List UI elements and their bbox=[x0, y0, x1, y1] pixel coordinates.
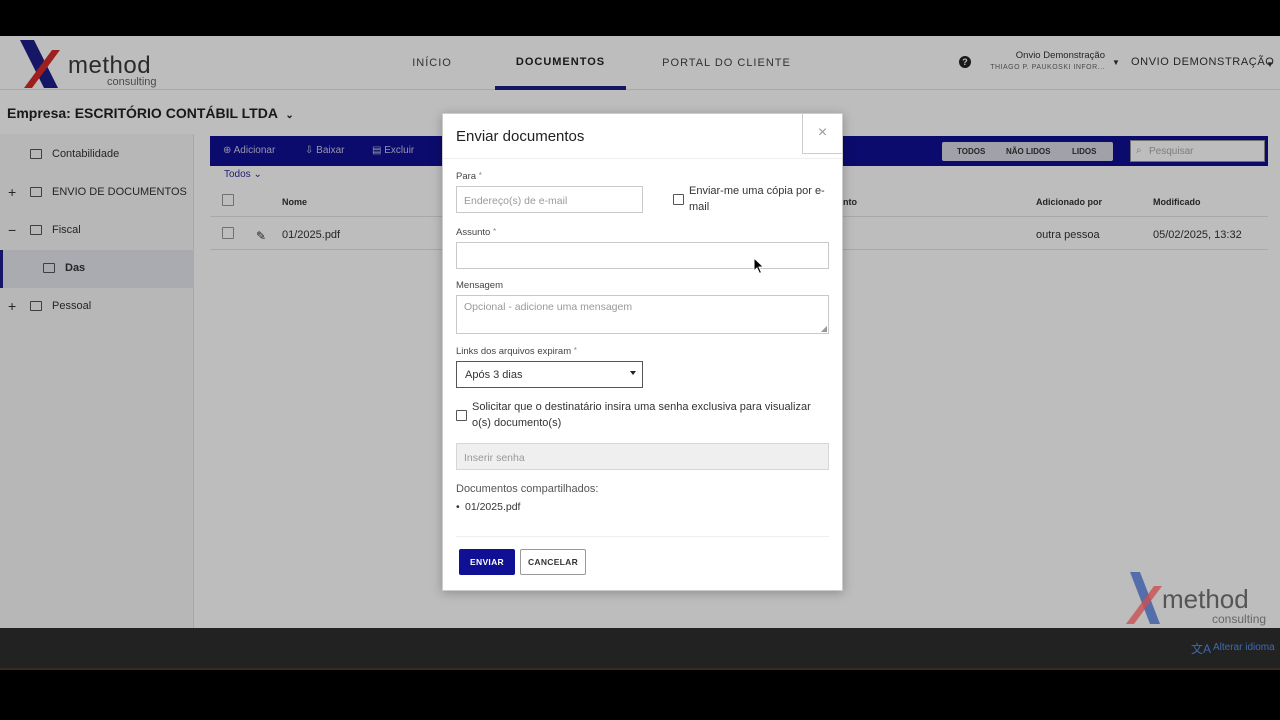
dropdown-arrow-icon bbox=[630, 371, 636, 375]
translate-icon[interactable]: 文A bbox=[1191, 640, 1211, 657]
email-to-input[interactable]: Endereço(s) de e-mail bbox=[456, 186, 643, 213]
email-to-placeholder: Endereço(s) de e-mail bbox=[464, 195, 568, 207]
dialog-footer-divider bbox=[456, 536, 829, 537]
send-copy-label: Enviar-me uma cópia por e-mail bbox=[689, 185, 825, 213]
required-mark: * bbox=[478, 171, 482, 180]
message-placeholder: Opcional - adicione uma mensagem bbox=[464, 301, 633, 313]
subject-input[interactable] bbox=[456, 242, 829, 269]
bottom-divider bbox=[0, 668, 1280, 670]
message-label: Mensagem bbox=[456, 280, 503, 291]
to-label: Para * bbox=[456, 171, 482, 182]
message-textarea[interactable]: Opcional - adicione uma mensagem ◢ bbox=[456, 295, 829, 334]
password-request-checkbox[interactable] bbox=[456, 410, 467, 421]
watermark-subtitle: consulting bbox=[1212, 612, 1267, 626]
mouse-cursor-icon bbox=[753, 257, 765, 275]
send-copy-checkbox[interactable] bbox=[673, 194, 684, 205]
dialog-title: Enviar documentos bbox=[456, 128, 585, 145]
shared-document-item: 01/2025.pdf bbox=[456, 501, 521, 513]
expire-label: Links dos arquivos expiram * bbox=[456, 346, 577, 357]
required-mark: * bbox=[573, 346, 577, 355]
send-button[interactable]: ENVIAR bbox=[459, 549, 515, 575]
expire-label-text: Links dos arquivos expiram bbox=[456, 346, 572, 357]
change-language-link[interactable]: Alterar idioma bbox=[1213, 642, 1275, 653]
cancel-button[interactable]: CANCELAR bbox=[520, 549, 586, 575]
close-icon[interactable]: × bbox=[802, 114, 842, 154]
xmethod-watermark-logo: method consulting bbox=[1120, 570, 1280, 626]
password-request-label: Solicitar que o destinatário insira uma … bbox=[472, 401, 811, 429]
password-placeholder: Inserir senha bbox=[464, 452, 525, 464]
shared-documents-title: Documentos compartilhados: bbox=[456, 483, 599, 495]
bottom-bar: 文A Alterar idioma bbox=[0, 628, 1280, 670]
dialog-divider bbox=[443, 158, 842, 159]
resize-handle-icon[interactable]: ◢ bbox=[821, 324, 827, 333]
watermark-text: method bbox=[1162, 584, 1249, 614]
expire-select[interactable]: Após 3 dias bbox=[456, 361, 643, 388]
to-label-text: Para bbox=[456, 171, 477, 182]
subject-label-text: Assunto bbox=[456, 227, 491, 238]
required-mark: * bbox=[492, 227, 497, 236]
password-input[interactable]: Inserir senha bbox=[456, 443, 829, 470]
subject-label: Assunto * bbox=[456, 227, 496, 238]
send-documents-dialog: Enviar documentos × Para * Endereço(s) d… bbox=[442, 113, 843, 591]
app-window: method consulting INÍCIO DOCUMENTOS PORT… bbox=[0, 36, 1280, 628]
expire-selected-value: Após 3 dias bbox=[465, 369, 523, 381]
